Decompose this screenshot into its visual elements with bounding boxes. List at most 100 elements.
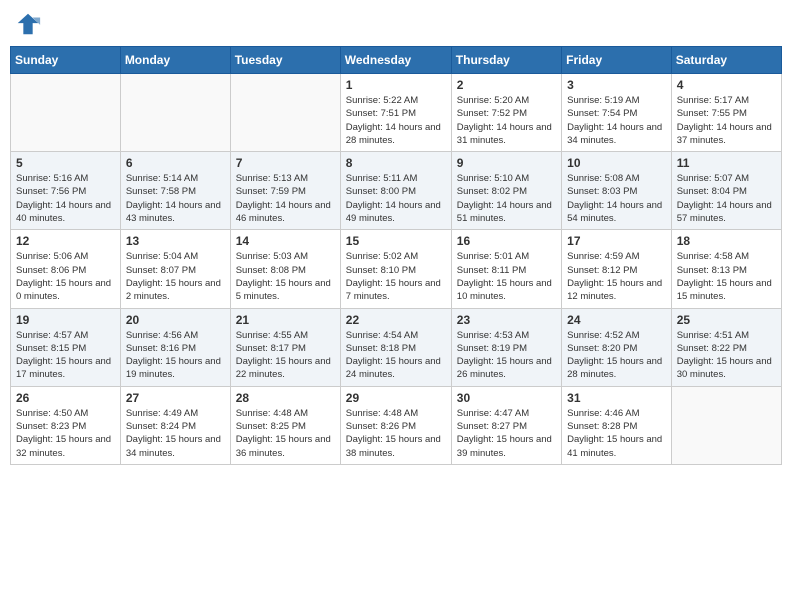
day-number: 25 [677, 313, 776, 327]
calendar-week-row: 26 Sunrise: 4:50 AM Sunset: 8:23 PM Dayli… [11, 386, 782, 464]
calendar-cell: 17 Sunrise: 4:59 AM Sunset: 8:12 PM Dayli… [562, 230, 672, 308]
calendar-cell: 9 Sunrise: 5:10 AM Sunset: 8:02 PM Daylig… [451, 152, 561, 230]
day-number: 16 [457, 234, 556, 248]
calendar-cell: 7 Sunrise: 5:13 AM Sunset: 7:59 PM Daylig… [230, 152, 340, 230]
day-info: Sunrise: 4:49 AM Sunset: 8:24 PM Dayligh… [126, 407, 225, 460]
day-number: 3 [567, 78, 666, 92]
day-number: 17 [567, 234, 666, 248]
calendar-table: SundayMondayTuesdayWednesdayThursdayFrid… [10, 46, 782, 465]
day-info: Sunrise: 4:48 AM Sunset: 8:25 PM Dayligh… [236, 407, 335, 460]
calendar-cell: 2 Sunrise: 5:20 AM Sunset: 7:52 PM Daylig… [451, 74, 561, 152]
day-info: Sunrise: 5:04 AM Sunset: 8:07 PM Dayligh… [126, 250, 225, 303]
day-info: Sunrise: 4:51 AM Sunset: 8:22 PM Dayligh… [677, 329, 776, 382]
day-number: 11 [677, 156, 776, 170]
calendar-cell: 30 Sunrise: 4:47 AM Sunset: 8:27 PM Dayli… [451, 386, 561, 464]
day-info: Sunrise: 5:13 AM Sunset: 7:59 PM Dayligh… [236, 172, 335, 225]
day-number: 31 [567, 391, 666, 405]
calendar-cell: 18 Sunrise: 4:58 AM Sunset: 8:13 PM Dayli… [671, 230, 781, 308]
calendar-cell: 14 Sunrise: 5:03 AM Sunset: 8:08 PM Dayli… [230, 230, 340, 308]
day-number: 21 [236, 313, 335, 327]
day-number: 6 [126, 156, 225, 170]
day-info: Sunrise: 4:58 AM Sunset: 8:13 PM Dayligh… [677, 250, 776, 303]
day-info: Sunrise: 5:20 AM Sunset: 7:52 PM Dayligh… [457, 94, 556, 147]
logo [14, 10, 46, 38]
calendar-cell: 5Sunrise: 5:16 AM Sunset: 7:56 PM Daylig… [11, 152, 121, 230]
day-info: Sunrise: 5:17 AM Sunset: 7:55 PM Dayligh… [677, 94, 776, 147]
calendar-cell: 3 Sunrise: 5:19 AM Sunset: 7:54 PM Daylig… [562, 74, 672, 152]
day-info: Sunrise: 4:57 AM Sunset: 8:15 PM Dayligh… [16, 329, 115, 382]
day-number: 14 [236, 234, 335, 248]
calendar-week-row: 19 Sunrise: 4:57 AM Sunset: 8:15 PM Dayli… [11, 308, 782, 386]
day-number: 24 [567, 313, 666, 327]
day-info: Sunrise: 4:50 AM Sunset: 8:23 PM Dayligh… [16, 407, 115, 460]
day-number: 13 [126, 234, 225, 248]
calendar-cell: 29 Sunrise: 4:48 AM Sunset: 8:26 PM Dayli… [340, 386, 451, 464]
day-number: 29 [346, 391, 446, 405]
logo-icon [14, 10, 42, 38]
day-number: 28 [236, 391, 335, 405]
calendar-cell: 12 Sunrise: 5:06 AM Sunset: 8:06 PM Dayli… [11, 230, 121, 308]
day-info: Sunrise: 5:02 AM Sunset: 8:10 PM Dayligh… [346, 250, 446, 303]
day-info: Sunrise: 4:47 AM Sunset: 8:27 PM Dayligh… [457, 407, 556, 460]
day-number: 4 [677, 78, 776, 92]
weekday-header-thursday: Thursday [451, 47, 561, 74]
weekday-header-wednesday: Wednesday [340, 47, 451, 74]
day-info: Sunrise: 4:59 AM Sunset: 8:12 PM Dayligh… [567, 250, 666, 303]
calendar-cell: 11Sunrise: 5:07 AM Sunset: 8:04 PM Dayli… [671, 152, 781, 230]
calendar-cell: 15 Sunrise: 5:02 AM Sunset: 8:10 PM Dayli… [340, 230, 451, 308]
day-number: 18 [677, 234, 776, 248]
day-info: Sunrise: 4:46 AM Sunset: 8:28 PM Dayligh… [567, 407, 666, 460]
calendar-cell [120, 74, 230, 152]
day-info: Sunrise: 5:11 AM Sunset: 8:00 PM Dayligh… [346, 172, 446, 225]
weekday-header-tuesday: Tuesday [230, 47, 340, 74]
calendar-cell: 24 Sunrise: 4:52 AM Sunset: 8:20 PM Dayli… [562, 308, 672, 386]
weekday-header-friday: Friday [562, 47, 672, 74]
day-number: 19 [16, 313, 115, 327]
day-number: 7 [236, 156, 335, 170]
calendar-cell: 31 Sunrise: 4:46 AM Sunset: 8:28 PM Dayli… [562, 386, 672, 464]
day-number: 30 [457, 391, 556, 405]
calendar-cell: 13 Sunrise: 5:04 AM Sunset: 8:07 PM Dayli… [120, 230, 230, 308]
calendar-cell: 25 Sunrise: 4:51 AM Sunset: 8:22 PM Dayli… [671, 308, 781, 386]
page-header [10, 10, 782, 38]
weekday-header-saturday: Saturday [671, 47, 781, 74]
calendar-cell: 4 Sunrise: 5:17 AM Sunset: 7:55 PM Daylig… [671, 74, 781, 152]
day-number: 1 [346, 78, 446, 92]
day-number: 20 [126, 313, 225, 327]
calendar-cell: 21 Sunrise: 4:55 AM Sunset: 8:17 PM Dayli… [230, 308, 340, 386]
day-info: Sunrise: 5:10 AM Sunset: 8:02 PM Dayligh… [457, 172, 556, 225]
day-info: Sunrise: 4:52 AM Sunset: 8:20 PM Dayligh… [567, 329, 666, 382]
calendar-cell: 27 Sunrise: 4:49 AM Sunset: 8:24 PM Dayli… [120, 386, 230, 464]
day-info: Sunrise: 4:48 AM Sunset: 8:26 PM Dayligh… [346, 407, 446, 460]
calendar-cell [671, 386, 781, 464]
calendar-cell: 10Sunrise: 5:08 AM Sunset: 8:03 PM Dayli… [562, 152, 672, 230]
day-info: Sunrise: 5:19 AM Sunset: 7:54 PM Dayligh… [567, 94, 666, 147]
day-info: Sunrise: 5:06 AM Sunset: 8:06 PM Dayligh… [16, 250, 115, 303]
calendar-week-row: 12 Sunrise: 5:06 AM Sunset: 8:06 PM Dayli… [11, 230, 782, 308]
calendar-cell: 20Sunrise: 4:56 AM Sunset: 8:16 PM Dayli… [120, 308, 230, 386]
day-info: Sunrise: 4:53 AM Sunset: 8:19 PM Dayligh… [457, 329, 556, 382]
calendar-cell: 28 Sunrise: 4:48 AM Sunset: 8:25 PM Dayli… [230, 386, 340, 464]
day-info: Sunrise: 5:22 AM Sunset: 7:51 PM Dayligh… [346, 94, 446, 147]
day-number: 23 [457, 313, 556, 327]
calendar-cell: 26 Sunrise: 4:50 AM Sunset: 8:23 PM Dayli… [11, 386, 121, 464]
calendar-header-row: SundayMondayTuesdayWednesdayThursdayFrid… [11, 47, 782, 74]
day-info: Sunrise: 4:54 AM Sunset: 8:18 PM Dayligh… [346, 329, 446, 382]
day-info: Sunrise: 4:55 AM Sunset: 8:17 PM Dayligh… [236, 329, 335, 382]
day-number: 2 [457, 78, 556, 92]
day-number: 15 [346, 234, 446, 248]
calendar-cell: 23 Sunrise: 4:53 AM Sunset: 8:19 PM Dayli… [451, 308, 561, 386]
day-number: 22 [346, 313, 446, 327]
day-number: 12 [16, 234, 115, 248]
calendar-cell: 19 Sunrise: 4:57 AM Sunset: 8:15 PM Dayli… [11, 308, 121, 386]
day-number: 26 [16, 391, 115, 405]
weekday-header-monday: Monday [120, 47, 230, 74]
day-info: Sunrise: 5:01 AM Sunset: 8:11 PM Dayligh… [457, 250, 556, 303]
calendar-week-row: 5Sunrise: 5:16 AM Sunset: 7:56 PM Daylig… [11, 152, 782, 230]
day-number: 9 [457, 156, 556, 170]
day-number: 5 [16, 156, 115, 170]
calendar-cell: 16 Sunrise: 5:01 AM Sunset: 8:11 PM Dayli… [451, 230, 561, 308]
calendar-cell: 22 Sunrise: 4:54 AM Sunset: 8:18 PM Dayli… [340, 308, 451, 386]
day-info: Sunrise: 5:03 AM Sunset: 8:08 PM Dayligh… [236, 250, 335, 303]
day-number: 27 [126, 391, 225, 405]
